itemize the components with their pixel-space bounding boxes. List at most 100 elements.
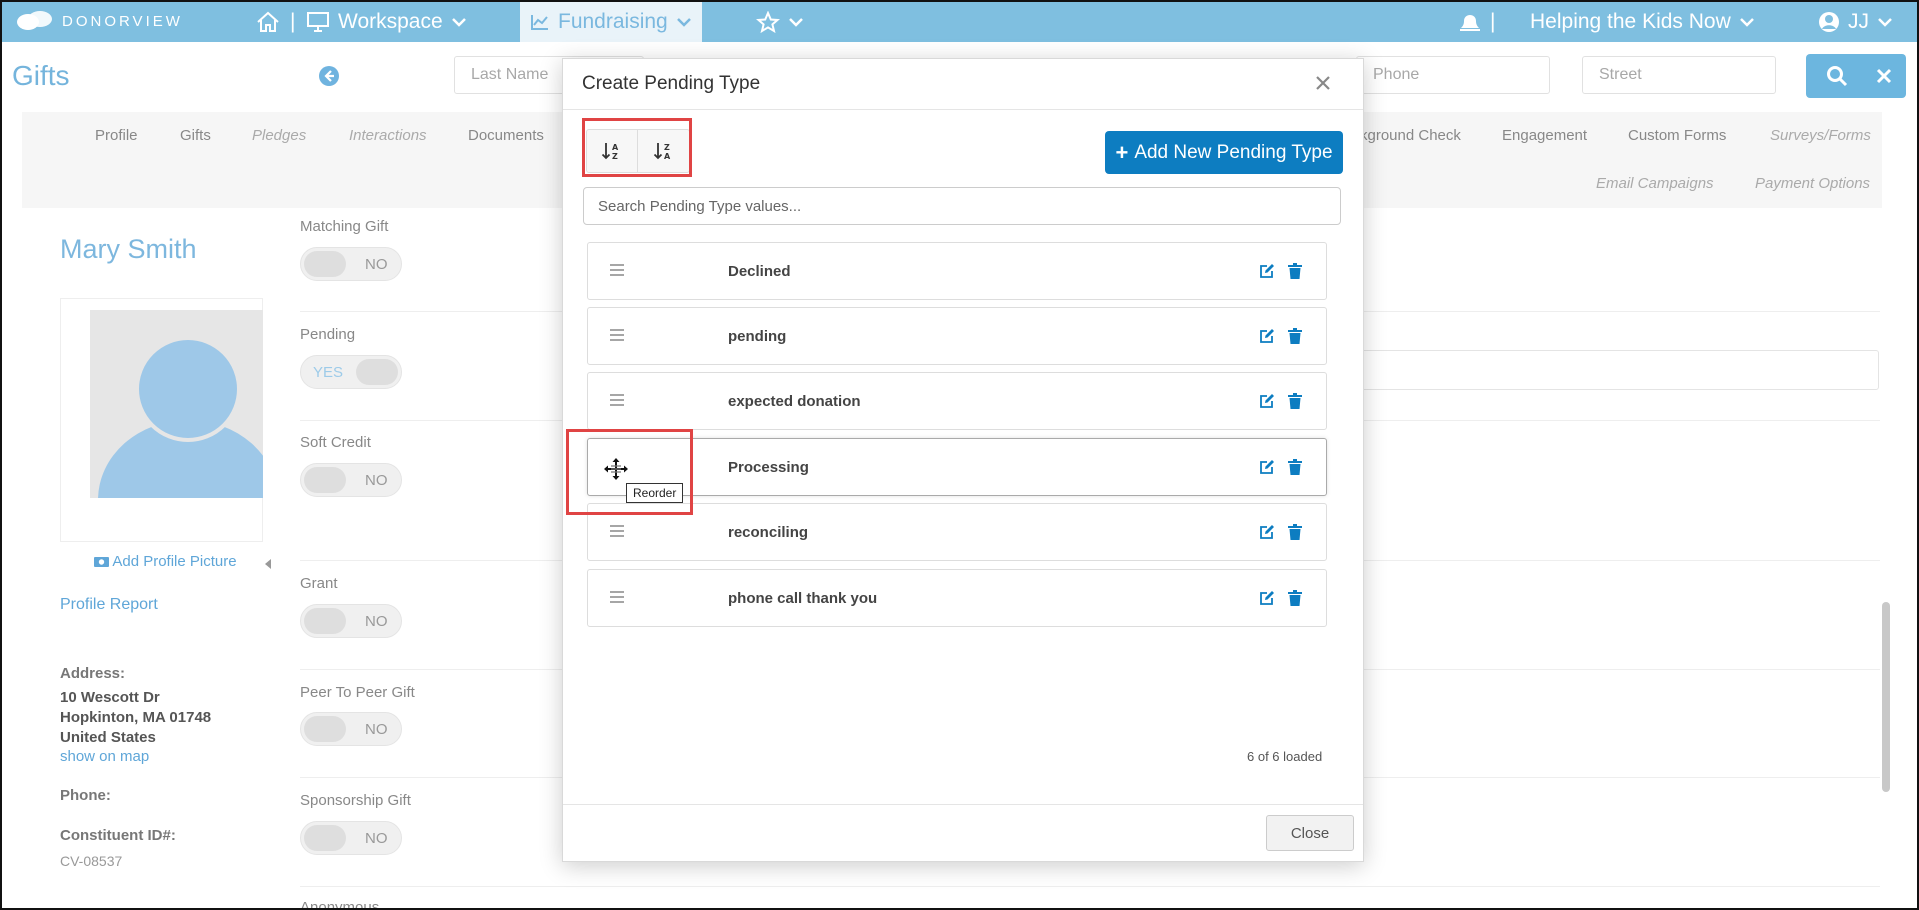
trash-icon[interactable] (1288, 590, 1302, 606)
bell-icon (1460, 15, 1480, 31)
edit-icon[interactable] (1259, 263, 1275, 279)
svg-text:Z: Z (612, 152, 618, 161)
edit-icon[interactable] (1259, 524, 1275, 540)
chevron-down-icon (1878, 18, 1892, 27)
tab-custom-forms[interactable]: Custom Forms (1628, 127, 1726, 144)
edit-icon[interactable] (1259, 328, 1275, 344)
page-title: Gifts (12, 60, 70, 91)
tab-email-campaigns[interactable]: Email Campaigns (1596, 175, 1714, 192)
fundraising-menu[interactable]: Fundraising (530, 8, 692, 36)
tab-documents[interactable]: Documents (468, 127, 544, 144)
list-item: Declined (587, 242, 1327, 300)
search-icon[interactable] (1826, 65, 1848, 87)
svg-text:Z: Z (664, 143, 670, 152)
matching-gift-toggle[interactable]: NO (300, 247, 402, 281)
logo-icon (17, 11, 52, 30)
drag-handle-icon[interactable] (610, 591, 624, 603)
avatar (90, 310, 263, 498)
tab-background-check[interactable]: kground Check (1360, 127, 1461, 144)
edit-icon[interactable] (1259, 590, 1275, 606)
tab-engagement[interactable]: Engagement (1502, 127, 1587, 144)
pending-type-name: phone call thank you (728, 590, 878, 607)
phone-search-input[interactable]: Phone (1356, 56, 1550, 94)
soft-credit-toggle[interactable]: NO (300, 463, 402, 497)
pending-type-name: Declined (728, 263, 791, 280)
tab-gifts[interactable]: Gifts (180, 127, 211, 144)
constituent-id-value: CV-08537 (60, 853, 123, 869)
trash-icon[interactable] (1288, 328, 1302, 344)
toggle-knob (304, 825, 346, 851)
show-on-map-link[interactable]: show on map (60, 748, 149, 765)
drag-handle-icon[interactable] (610, 264, 624, 276)
drag-handle-icon[interactable] (610, 394, 624, 406)
user-circle-icon (1819, 12, 1839, 32)
collapse-caret-icon[interactable] (265, 559, 271, 569)
trash-icon[interactable] (1288, 524, 1302, 540)
pending-toggle[interactable]: YES (300, 355, 402, 389)
address-line-2: Hopkinton, MA 01748 (60, 709, 212, 726)
modal-title: Create Pending Type (582, 73, 761, 94)
drag-handle-icon[interactable] (610, 525, 624, 537)
user-initials: JJ (1848, 10, 1869, 33)
address-line-3: United States (60, 729, 156, 746)
sponsorship-toggle[interactable]: NO (300, 821, 402, 855)
favorites-menu[interactable] (756, 8, 804, 36)
address-line-1: 10 Wescott Dr (60, 689, 160, 706)
home-button[interactable] (256, 8, 280, 36)
toggle-knob (304, 467, 346, 493)
tab-profile[interactable]: Profile (95, 127, 138, 144)
add-new-pending-type-button[interactable]: + Add New Pending Type (1105, 131, 1343, 174)
grant-toggle[interactable]: NO (300, 604, 402, 638)
list-item: Processing Reorder (587, 438, 1327, 503)
chevron-down-icon (789, 18, 803, 27)
list-item: phone call thank you (587, 569, 1327, 627)
close-button[interactable]: Close (1266, 815, 1354, 851)
organization-name: Helping the Kids Now (1530, 10, 1731, 33)
workspace-menu[interactable]: Workspace (306, 8, 467, 36)
trash-icon[interactable] (1288, 263, 1302, 279)
user-menu[interactable]: JJ (1818, 8, 1893, 36)
toggle-state: YES (313, 364, 344, 381)
constituent-id-label: Constituent ID#: (60, 827, 176, 844)
list-item: reconciling (587, 503, 1327, 561)
trash-icon[interactable] (1288, 459, 1302, 475)
svg-text:A: A (664, 152, 671, 161)
add-button-label: Add New Pending Type (1134, 141, 1333, 163)
sort-ascending-button[interactable]: A Z (587, 130, 638, 172)
move-cursor-icon[interactable] (603, 457, 629, 481)
trash-icon[interactable] (1288, 393, 1302, 409)
edit-icon[interactable] (1259, 459, 1275, 475)
back-arrow-icon[interactable] (319, 66, 339, 86)
drag-handle-icon[interactable] (610, 329, 624, 341)
clear-search-icon[interactable] (1876, 68, 1892, 84)
notifications-button[interactable] (1458, 8, 1482, 36)
pending-label: Pending (300, 326, 356, 343)
page-scrollbar[interactable] (1882, 602, 1890, 792)
close-icon[interactable] (1315, 69, 1331, 96)
profile-report-link[interactable]: Profile Report (60, 596, 158, 614)
sort-alpha-desc-icon: Z A (653, 143, 671, 161)
avatar-head-shape (135, 336, 241, 442)
tab-surveys-forms[interactable]: Surveys/Forms (1770, 127, 1871, 144)
app-window: DONORVIEW | Workspace Fundraising | Help… (0, 0, 1919, 910)
donorview-logo[interactable]: DONORVIEW (16, 10, 183, 32)
tab-pledges[interactable]: Pledges (252, 127, 306, 144)
phone-label: Phone: (60, 787, 111, 804)
top-navigation: DONORVIEW | Workspace Fundraising | Help… (2, 2, 1917, 42)
anonymous-label: Anonymous (300, 899, 380, 910)
street-search-input[interactable]: Street (1582, 56, 1776, 94)
svg-text:A: A (612, 143, 619, 152)
pending-type-search-input[interactable] (583, 187, 1341, 225)
organization-menu[interactable]: Helping the Kids Now (1530, 8, 1755, 36)
sort-descending-button[interactable]: Z A (638, 130, 689, 172)
toggle-knob (356, 359, 398, 385)
fundraising-label: Fundraising (558, 10, 668, 33)
tab-interactions[interactable]: Interactions (349, 127, 427, 144)
edit-icon[interactable] (1259, 393, 1275, 409)
peer-to-peer-toggle[interactable]: NO (300, 712, 402, 746)
pending-type-select[interactable] (1357, 350, 1879, 390)
toggle-knob (304, 716, 346, 742)
tab-payment-options[interactable]: Payment Options (1755, 175, 1870, 192)
search-button-group (1806, 54, 1906, 98)
add-profile-picture-link[interactable]: Add Profile Picture (94, 553, 237, 570)
